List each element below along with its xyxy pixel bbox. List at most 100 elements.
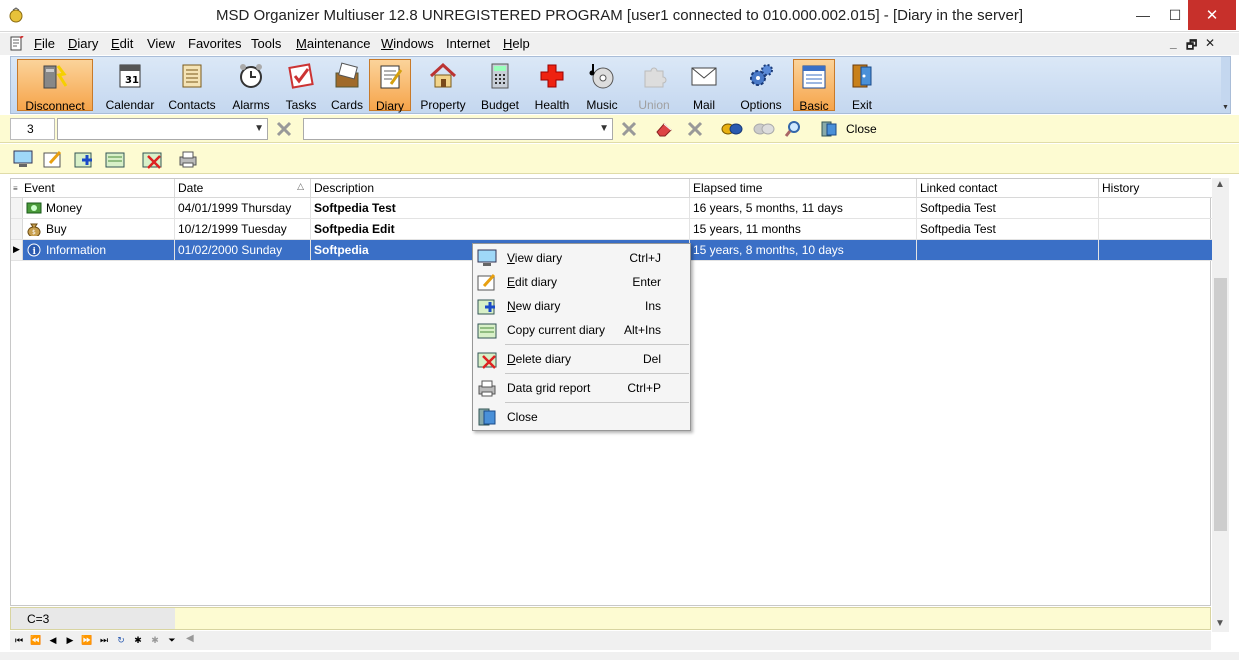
vertical-scrollbar[interactable]: ▲ ▼: [1212, 178, 1229, 632]
monitor-icon[interactable]: [12, 149, 34, 169]
toolbar-diary-button[interactable]: Diary: [369, 59, 411, 113]
menu-item-copy-current-diary[interactable]: Copy current diary Alt+Ins: [473, 318, 690, 342]
red-cross-icon: [540, 64, 564, 88]
cell-linked-contact: [917, 240, 1099, 260]
menu-item-edit-diary[interactable]: Edit diary Enter: [473, 270, 690, 294]
table-row[interactable]: Money 04/01/1999 Thursday Softpedia Test…: [11, 198, 1212, 219]
first-record-icon[interactable]: ⏮: [11, 632, 27, 648]
row-indicator[interactable]: ▶: [11, 240, 23, 260]
next-page-icon[interactable]: ⏩: [79, 632, 95, 648]
column-header-elapsed-time[interactable]: Elapsed time: [690, 179, 917, 198]
music-disc-icon: [589, 64, 614, 89]
menu-item-close[interactable]: Close: [473, 405, 690, 429]
menu-maintenance[interactable]: Maintenance: [296, 36, 370, 51]
insert-record-icon[interactable]: ✱: [130, 632, 146, 648]
status-count: C=3: [11, 608, 175, 629]
toolbar-cards-button[interactable]: Cards: [327, 59, 367, 112]
mdi-close-button[interactable]: ✕: [1205, 36, 1215, 50]
money-bag-icon: $: [27, 223, 41, 236]
menu-separator: [505, 373, 689, 374]
refresh-icon[interactable]: ↻: [113, 632, 129, 648]
edit-icon[interactable]: [42, 149, 64, 169]
menu-favorites[interactable]: Favorites: [188, 36, 241, 51]
column-header-event[interactable]: Event: [11, 179, 175, 198]
basic-view-icon: [802, 65, 826, 89]
column-header-description[interactable]: Description: [311, 179, 690, 198]
menu-help[interactable]: Help: [503, 36, 530, 51]
toolbar-basic-button[interactable]: Basic: [793, 59, 835, 113]
svg-text:i: i: [33, 247, 37, 257]
toolbar-mail-button[interactable]: Mail: [683, 59, 725, 112]
toolbar-contacts-button[interactable]: Contacts: [167, 59, 217, 112]
shortcut: Enter: [632, 275, 661, 289]
filter-close-label[interactable]: Close: [846, 122, 877, 136]
column-header-date[interactable]: Date △: [175, 179, 311, 198]
filter-combo-primary[interactable]: ▼: [57, 118, 268, 140]
delete-icon[interactable]: [141, 149, 163, 169]
mdi-restore-button[interactable]: 🗗: [1186, 36, 1197, 57]
envelope-icon: [691, 67, 717, 86]
row-indicator[interactable]: [11, 198, 23, 218]
cell-linked-contact: Softpedia Test: [917, 219, 1099, 239]
copy-icon[interactable]: [104, 149, 126, 169]
row-indicator[interactable]: [11, 219, 23, 239]
close-window-icon[interactable]: [820, 120, 838, 138]
menu-internet[interactable]: Internet: [446, 36, 490, 51]
title-bar: MSD Organizer Multiuser 12.8 UNREGISTERE…: [0, 0, 1239, 32]
menu-separator: [505, 344, 689, 345]
toolbar-calendar-button[interactable]: 31 Calendar: [103, 59, 157, 112]
menu-edit[interactable]: Edit: [111, 36, 133, 51]
puzzle-icon: [644, 67, 667, 88]
filter-combo-secondary[interactable]: ▼: [303, 118, 613, 140]
scrollbar-thumb[interactable]: [1214, 278, 1227, 531]
table-row[interactable]: $ Buy 10/12/1999 Tuesday Softpedia Edit 1…: [11, 219, 1212, 240]
menu-tools[interactable]: Tools: [251, 36, 281, 51]
scroll-down-icon[interactable]: ▼: [1215, 618, 1225, 629]
search-icon[interactable]: [784, 120, 802, 138]
clear-icon[interactable]: [686, 120, 704, 138]
scroll-up-icon[interactable]: ▲: [1215, 179, 1225, 190]
filter-icon[interactable]: ⏷: [164, 632, 180, 648]
menu-item-data-grid-report[interactable]: Data grid report Ctrl+P: [473, 376, 690, 400]
unlink-icon[interactable]: [752, 120, 776, 138]
toolbar-property-button[interactable]: Property: [415, 59, 471, 112]
new-icon[interactable]: [73, 149, 95, 169]
menu-windows[interactable]: Windows: [381, 36, 434, 51]
close-button[interactable]: ✕: [1188, 0, 1236, 30]
clear-filter-icon[interactable]: [275, 120, 293, 138]
next-record-icon[interactable]: ▶: [62, 632, 78, 648]
menu-file[interactable]: File: [34, 36, 55, 51]
toolbar-tasks-button[interactable]: Tasks: [281, 59, 321, 112]
column-header-linked-contact[interactable]: Linked contact: [917, 179, 1099, 198]
column-header-history[interactable]: History: [1099, 179, 1212, 198]
prior-page-icon[interactable]: ⏪: [28, 632, 44, 648]
column-menu-icon[interactable]: ≡: [13, 184, 18, 193]
cell-description: Softpedia Test: [311, 198, 690, 218]
menu-item-delete-diary[interactable]: Delete diary Del: [473, 347, 690, 371]
window-title: MSD Organizer Multiuser 12.8 UNREGISTERE…: [216, 7, 1023, 24]
last-record-icon[interactable]: ⏭: [96, 632, 112, 648]
new-icon: [477, 299, 495, 315]
toolbar-alarms-button[interactable]: Alarms: [227, 59, 275, 112]
printer-icon[interactable]: [177, 149, 199, 169]
toolbar-disconnect-button[interactable]: Disconnect: [17, 59, 93, 113]
menu-view[interactable]: View: [147, 36, 175, 51]
menu-item-new-diary[interactable]: New diary Ins: [473, 294, 690, 318]
eraser-icon[interactable]: [655, 120, 673, 138]
clear-filter-icon[interactable]: [620, 120, 638, 138]
cell-event: $ Buy: [23, 219, 175, 239]
toolbar-music-button[interactable]: Music: [579, 59, 625, 112]
menu-item-view-diary[interactable]: View diary Ctrl+J: [473, 246, 690, 270]
scroll-left-icon[interactable]: ◀: [186, 633, 194, 644]
mdi-minimize-button[interactable]: _: [1170, 36, 1177, 50]
menu-diary[interactable]: Diary: [68, 36, 98, 51]
toolbar-grip[interactable]: ▼: [1221, 57, 1230, 113]
cell-date: 10/12/1999 Tuesday: [175, 219, 311, 239]
toolbar-health-button[interactable]: Health: [529, 59, 575, 112]
toolbar-budget-button[interactable]: Budget: [475, 59, 525, 112]
toolbar-exit-button[interactable]: Exit: [841, 59, 883, 112]
prior-record-icon[interactable]: ◀: [45, 632, 61, 648]
toolbar-union-button[interactable]: Union: [631, 59, 677, 112]
toolbar-options-button[interactable]: Options: [733, 59, 789, 112]
link-icon[interactable]: [720, 120, 744, 138]
